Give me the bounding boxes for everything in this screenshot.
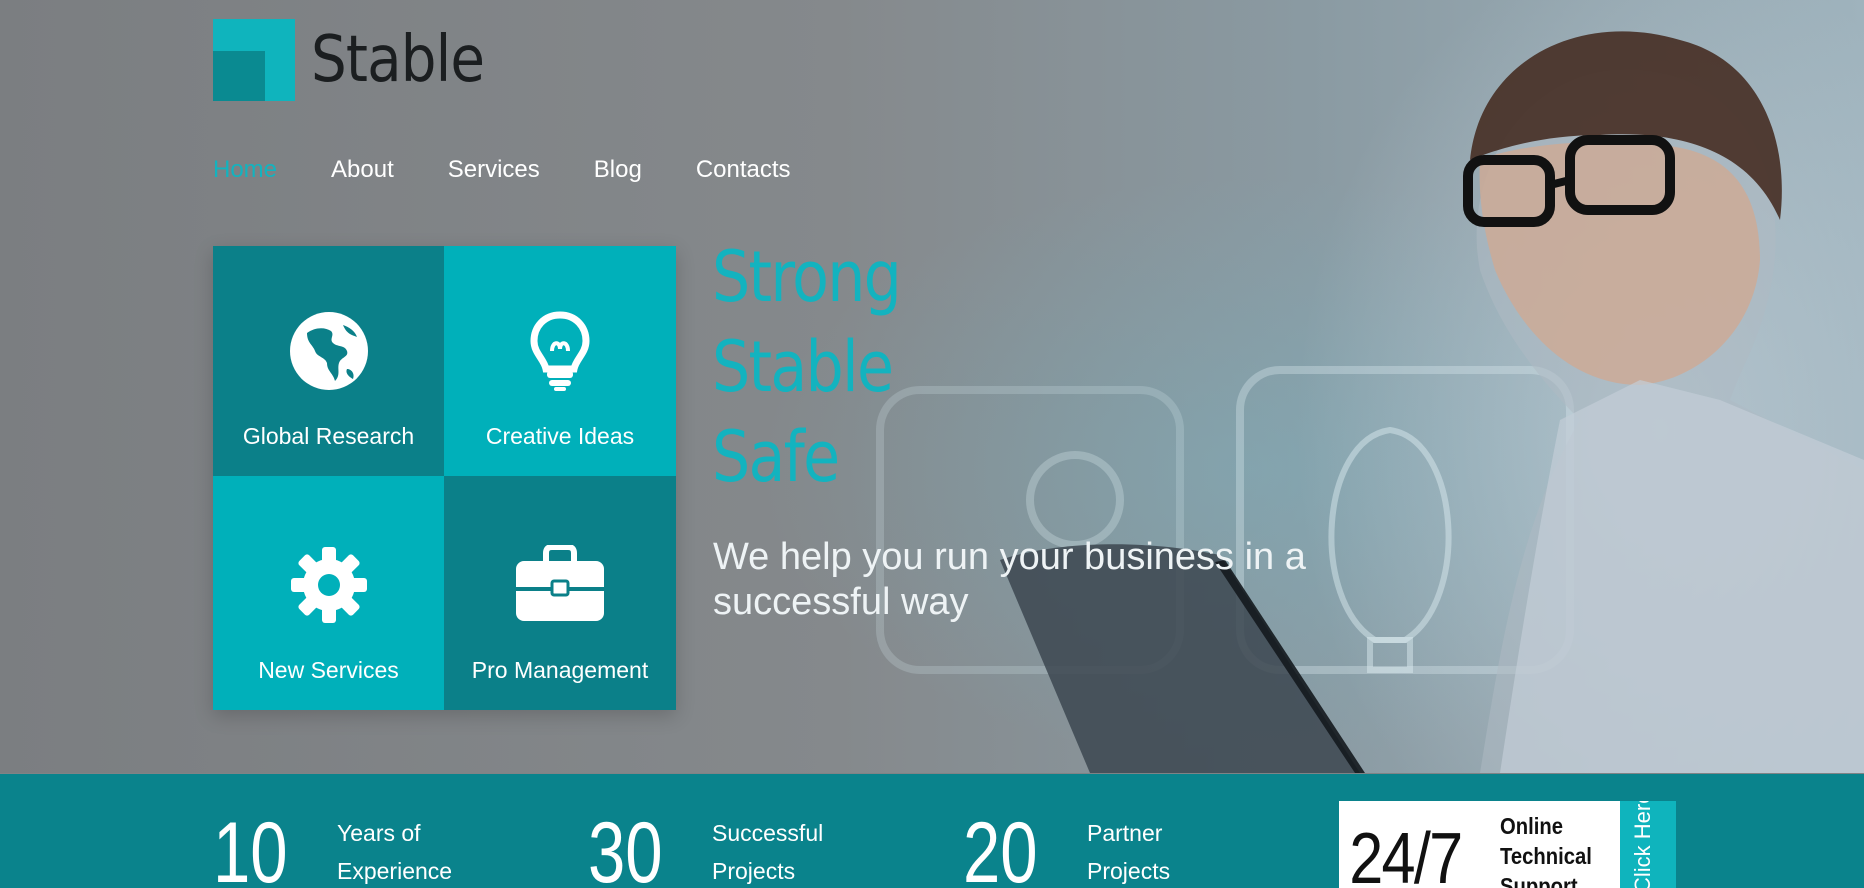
tile-new-services[interactable]: New Services — [213, 476, 444, 710]
stat-label: Successful Projects — [712, 820, 824, 884]
briefcase-icon — [514, 545, 606, 625]
hero-section: Stable Home About Services Blog Contacts… — [0, 0, 1864, 773]
lightbulb-icon — [530, 311, 590, 391]
stat-label: Partner Projects — [1087, 820, 1171, 884]
stat-successful-projects: 30 Successful Projects — [588, 810, 852, 888]
click-here-button[interactable]: Click Here — [1620, 801, 1676, 888]
headline-line: Stable — [712, 326, 894, 408]
tile-pro-management[interactable]: Pro Management — [444, 476, 676, 710]
stat-label: Years of Experience — [337, 820, 453, 884]
tile-global-research[interactable]: Global Research — [213, 246, 444, 476]
nav-item-contacts[interactable]: Contacts — [696, 158, 791, 182]
tile-creative-ideas[interactable]: Creative Ideas — [444, 246, 676, 476]
support-text: Online Technical Support — [1500, 813, 1592, 888]
nav-item-about[interactable]: About — [331, 158, 394, 182]
site-logo[interactable]: Stable — [213, 19, 508, 101]
support-widget[interactable]: 24/7 Online Technical Support Click Here — [1339, 801, 1676, 888]
logo-text: Stable — [311, 23, 485, 97]
logo-mark-icon — [213, 19, 295, 101]
click-here-label: Click Here — [1630, 801, 1655, 888]
stat-number: 20 — [963, 805, 1038, 888]
hero-tagline: We help you run your business in a succe… — [713, 536, 1306, 623]
stat-years: 10 Years of Experience — [213, 810, 477, 888]
tile-label: New Services — [258, 657, 399, 683]
nav-item-blog[interactable]: Blog — [594, 158, 642, 182]
main-nav: Home About Services Blog Contacts — [213, 158, 845, 182]
nav-item-home[interactable]: Home — [213, 158, 277, 182]
stats-bar: 10 Years of Experience 30 Successful Pro… — [0, 774, 1864, 888]
stat-partner-projects: 20 Partner Projects — [963, 810, 1227, 888]
stat-number: 10 — [213, 805, 288, 888]
support-hours: 24/7 — [1349, 819, 1463, 888]
stat-number: 30 — [588, 805, 663, 888]
tile-label: Pro Management — [471, 657, 649, 683]
headline-line: Strong — [712, 236, 902, 318]
tile-label: Global Research — [242, 423, 415, 449]
nav-item-services[interactable]: Services — [448, 158, 540, 182]
tile-label: Creative Ideas — [485, 423, 635, 449]
feature-tiles: Global Research Creative Ideas New Servi… — [213, 246, 676, 710]
hero-headline: Strong Stable Safe — [712, 232, 931, 502]
gear-icon — [289, 545, 369, 625]
globe-icon — [289, 311, 369, 391]
headline-line: Safe — [712, 416, 840, 498]
